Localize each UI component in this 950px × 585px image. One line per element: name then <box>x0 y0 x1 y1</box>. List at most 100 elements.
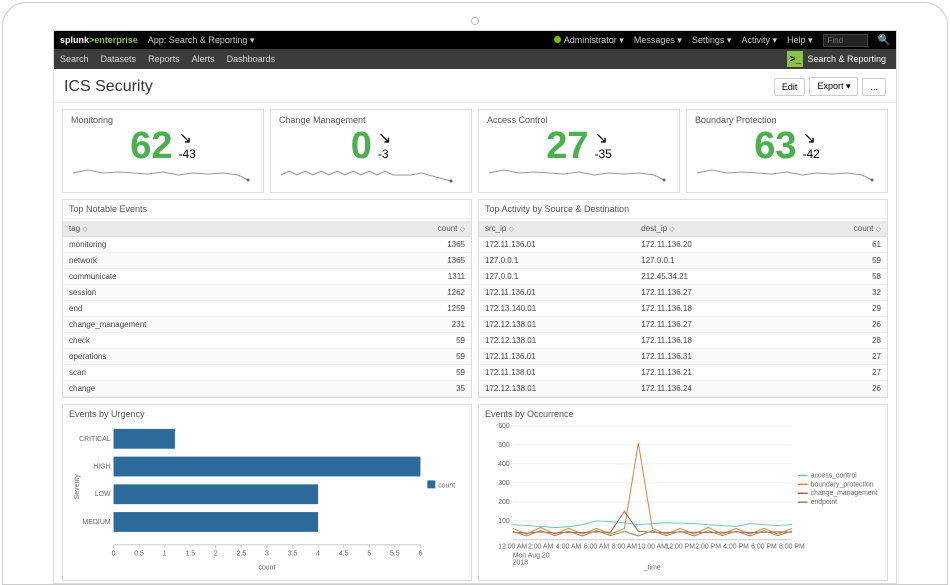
svg-text:Severity: Severity <box>74 474 81 499</box>
cell-tag: end <box>63 301 347 317</box>
table-row[interactable]: change35 <box>63 381 471 397</box>
messages-label: Messages <box>634 35 675 45</box>
cell-count: 61 <box>790 237 887 253</box>
app-selector-label: App: Search & Reporting <box>148 35 248 45</box>
nav-reports[interactable]: Reports <box>148 54 180 64</box>
bar-chart: CRITICALHIGHLOWMEDIUM00.511.522.533.544.… <box>69 421 465 574</box>
sort-icon: ◇ <box>509 226 514 233</box>
cell-count: 59 <box>790 253 887 269</box>
svg-text:HIGH: HIGH <box>93 464 110 471</box>
col-dest-ip[interactable]: dest_ip ◇ <box>635 221 790 237</box>
svg-text:5: 5 <box>367 551 371 558</box>
svg-text:0.5: 0.5 <box>134 551 144 558</box>
table-row[interactable]: 172.12.138.01172.11.136.1828 <box>479 333 887 349</box>
svg-text:4.5: 4.5 <box>339 551 349 558</box>
cell-src: 172.12.138.01 <box>479 317 635 333</box>
find-input[interactable] <box>823 34 868 47</box>
cell-dest: 172.11.136.24 <box>635 381 790 397</box>
table-row[interactable]: 127.0.0.1127.0.0.159 <box>479 253 887 269</box>
cell-count: 58 <box>790 269 887 285</box>
svg-text:200: 200 <box>498 499 510 506</box>
export-button[interactable]: Export ▾ <box>809 77 858 96</box>
kpi-value: 27 <box>546 127 588 165</box>
chart-title: Events by Occurrence <box>485 409 881 419</box>
kpi-change-management: Change Management 0 ↘ -3 <box>270 109 472 193</box>
cell-count: 28 <box>790 333 887 349</box>
table-row[interactable]: network1365 <box>63 253 471 269</box>
nav-alerts[interactable]: Alerts <box>192 54 215 64</box>
page-title: ICS Security <box>64 78 770 96</box>
table-row[interactable]: end1259 <box>63 301 471 317</box>
kpi-delta: -35 <box>594 147 611 161</box>
more-button[interactable]: ... <box>862 78 886 96</box>
cell-count: 26 <box>790 317 887 333</box>
table-row[interactable]: monitoring1365 <box>63 237 471 253</box>
cell-tag: communicate <box>63 269 347 285</box>
cell-src: 172.11.138.01 <box>479 365 635 381</box>
camera-dot <box>471 17 479 25</box>
table-row[interactable]: 172.13.140.01172.11.136.1829 <box>479 301 887 317</box>
line-chart: 10020030040050060012:00 AM2:00 AM4:00 AM… <box>485 421 881 574</box>
table-row[interactable]: operations59 <box>63 349 471 365</box>
cell-dest: 127.0.0.1 <box>635 253 790 269</box>
sparkline <box>71 165 255 185</box>
sort-icon: ◇ <box>82 226 87 233</box>
cell-count: 1311 <box>347 269 471 285</box>
kpi-trend: ↘ -42 <box>802 131 819 161</box>
table-row[interactable]: 172.11.136.01172.11.136.2061 <box>479 237 887 253</box>
table-row[interactable]: 172.12.138.01172.11.136.2426 <box>479 381 887 397</box>
svg-text:2: 2 <box>214 551 218 558</box>
cell-count: 59 <box>347 333 471 349</box>
nav-dashboards[interactable]: Dashboards <box>227 54 276 64</box>
svg-text:10:00 AM: 10:00 AM <box>638 544 667 551</box>
activity-menu[interactable]: Activity ▾ <box>741 35 777 46</box>
search-icon[interactable]: 🔍 <box>878 35 890 46</box>
table-row[interactable]: 172.11.138.01172.11.136.2127 <box>479 365 887 381</box>
edit-button[interactable]: Edit <box>774 78 806 96</box>
col-tag[interactable]: tag ◇ <box>63 221 347 237</box>
col-count[interactable]: count ◇ <box>347 221 471 237</box>
svg-text:5.5: 5.5 <box>390 551 400 558</box>
col-src-ip[interactable]: src_ip ◇ <box>479 221 635 237</box>
svg-text:count: count <box>259 564 276 571</box>
svg-text:count: count <box>438 482 455 489</box>
table-row[interactable]: 127.0.0.1212.45.34.2158 <box>479 269 887 285</box>
help-menu[interactable]: Help ▾ <box>787 35 813 46</box>
table-row[interactable]: change_management231 <box>63 317 471 333</box>
trend-down-icon: ↘ <box>594 131 607 147</box>
svg-text:500: 500 <box>498 442 510 449</box>
table-row[interactable]: session1262 <box>63 285 471 301</box>
svg-text:change_management: change_management <box>811 490 878 497</box>
messages-menu[interactable]: Messages ▾ <box>634 35 682 46</box>
svg-text:2018: 2018 <box>513 560 529 567</box>
chart-occurrence: Events by Occurrence 1002003004005006001… <box>478 404 888 581</box>
cell-dest: 172.11.136.31 <box>635 349 790 365</box>
sort-icon: ◇ <box>669 226 674 233</box>
cell-src: 172.11.136.01 <box>479 237 635 253</box>
table-row[interactable]: 172.11.136.01172.11.136.3127 <box>479 349 887 365</box>
table-row[interactable]: 172.12.138.01172.11.136.2726 <box>479 317 887 333</box>
cell-tag: scan <box>63 365 347 381</box>
user-menu[interactable]: Administrator ▾ <box>554 35 624 46</box>
app-badge[interactable]: >_ Search & Reporting <box>787 51 890 67</box>
table-row[interactable]: scan59 <box>63 365 471 381</box>
nav-datasets[interactable]: Datasets <box>101 54 137 64</box>
settings-menu[interactable]: Settings ▾ <box>692 35 732 46</box>
col-label: count <box>854 224 874 233</box>
nav-bar: Search Datasets Reports Alerts Dashboard… <box>54 49 896 69</box>
kpi-trend: ↘ -35 <box>594 131 611 161</box>
cell-count: 32 <box>790 285 887 301</box>
svg-text:2.5: 2.5 <box>237 551 247 558</box>
table-row[interactable]: 172.11.136.01172.11.136.2732 <box>479 285 887 301</box>
cell-dest: 172.11.136.27 <box>635 317 790 333</box>
col-count[interactable]: count ◇ <box>790 221 887 237</box>
table-row[interactable]: check59 <box>63 333 471 349</box>
app-selector[interactable]: App: Search & Reporting ▾ <box>148 35 255 46</box>
kpi-value: 0 <box>351 127 372 165</box>
nav-search[interactable]: Search <box>60 54 89 64</box>
sparkline <box>695 165 879 185</box>
cell-count: 27 <box>790 365 887 381</box>
table-row[interactable]: communicate1311 <box>63 269 471 285</box>
cell-count: 26 <box>790 381 887 397</box>
col-label: tag <box>69 224 80 233</box>
